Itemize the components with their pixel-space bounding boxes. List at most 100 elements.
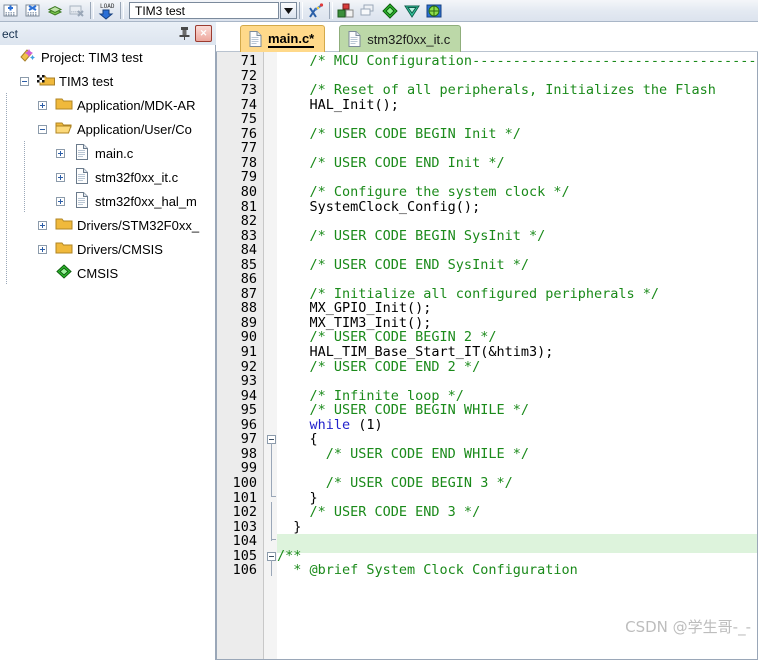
load-download-icon[interactable]: LOAD [96, 1, 118, 21]
tree-guide-line [6, 189, 7, 213]
toggle-box [38, 221, 47, 230]
tree-guide-line [6, 261, 7, 285]
toolbar-separator [90, 2, 94, 19]
project-select[interactable]: TIM3 test [129, 2, 279, 19]
tree-indent [0, 237, 18, 261]
build-stack-icon[interactable] [66, 1, 88, 21]
tree-item-drivers-stm32f0xx[interactable]: Drivers/STM32F0xx_ [0, 213, 215, 237]
clear-bookmarks-icon[interactable] [22, 1, 44, 21]
code-folding-column[interactable] [263, 52, 277, 659]
tree-item-label: Drivers/CMSIS [77, 241, 163, 257]
project-pane: ect ✕ Project: TIM3 test TIM3 test Applica… [0, 22, 216, 660]
tree-item-icon-wrap [72, 165, 92, 189]
project-select-dropdown-arrow-icon[interactable] [280, 2, 297, 19]
toggle-box [20, 77, 29, 86]
toggle-box [38, 125, 47, 134]
tree-guide-line [6, 117, 7, 141]
configuration-wizard-icon[interactable] [305, 1, 327, 21]
expand-plus-icon[interactable] [36, 237, 54, 261]
expand-plus-icon[interactable] [54, 189, 72, 213]
tree-item-icon-wrap [18, 45, 38, 69]
tree-item-stm32f0xx-it-c[interactable]: stm32f0xx_it.c [0, 165, 215, 189]
tree-indent [0, 141, 18, 165]
tree-guide-line [6, 165, 7, 189]
expand-plus-icon[interactable] [54, 165, 72, 189]
project-tree[interactable]: Project: TIM3 test TIM3 test Application/M… [0, 45, 216, 660]
tree-guide-line [6, 141, 7, 165]
tree-item-application-user-co[interactable]: Application/User/Co [0, 117, 215, 141]
editor-tab-stm32f0xx-it-c[interactable]: stm32f0xx_it.c [339, 25, 462, 52]
tree-item-project-tim3-test[interactable]: Project: TIM3 test [0, 45, 215, 69]
tree-guide-line [6, 93, 7, 117]
tree-indent [0, 189, 18, 213]
collapse-minus-icon[interactable] [36, 117, 54, 141]
multi-project-icon[interactable] [357, 1, 379, 21]
expand-plus-icon[interactable] [54, 141, 72, 165]
tree-guide-line [6, 213, 7, 237]
tree-item-label: Drivers/STM32F0xx_ [77, 217, 200, 233]
line-number-gutter: 71 72 73 74 75 76 77 78 79 80 81 82 83 84 85 86 87 88 89 90… [217, 52, 263, 659]
tree-item-label: Application/User/Co [77, 121, 192, 137]
tree-item-icon-wrap [54, 261, 74, 285]
toolbar-separator [299, 2, 303, 19]
project-select-value: TIM3 test [135, 3, 186, 18]
code-editor[interactable]: 71 72 73 74 75 76 77 78 79 80 81 82 83 84 85 86 87 88 89 90… [216, 52, 758, 660]
editor-tab-label: stm32f0xx_it.c [367, 31, 451, 47]
code-comment: * @brief System Clock Configuration [277, 562, 578, 579]
tree-guide-line [24, 141, 25, 165]
packs-green-icon[interactable] [379, 1, 401, 21]
source-file-icon [249, 31, 262, 47]
bookmarks-icon[interactable] [44, 1, 66, 21]
tree-indent [0, 261, 18, 285]
tree-item-label: Application/MDK-AR [77, 97, 196, 113]
tree-item-icon-wrap [54, 237, 74, 261]
collapse-minus-icon[interactable] [18, 69, 36, 93]
code-line[interactable]: * @brief System Clock Configuration [277, 561, 757, 580]
expand-plus-icon[interactable] [36, 93, 54, 117]
target-icon [36, 72, 56, 90]
insert-bookmark-icon[interactable] [0, 1, 22, 21]
main-toolbar: LOAD TIM3 test [0, 0, 758, 22]
tree-guide-line [24, 189, 25, 213]
tree-item-tim3-test[interactable]: TIM3 test [0, 69, 215, 93]
pin-icon[interactable] [177, 26, 191, 41]
line-number: 106 [232, 562, 257, 579]
source-file-icon [348, 31, 361, 47]
fold-guide-line [271, 559, 272, 571]
tree-item-application-mdk-ar[interactable]: Application/MDK-AR [0, 93, 215, 117]
tree-item-icon-wrap [72, 141, 92, 165]
toolbar-separator [329, 2, 333, 19]
watermark: CSDN @学生哥-_- [625, 618, 751, 636]
code-text[interactable]: /* MCU Configuration--------------------… [277, 52, 757, 659]
toggle-box [56, 173, 65, 182]
expand-plus-icon[interactable] [36, 213, 54, 237]
tree-indent [18, 165, 36, 189]
tree-item-icon-wrap [54, 213, 74, 237]
tree-guide-line [24, 165, 25, 189]
c-file-icon [75, 191, 89, 211]
toggle-box [38, 101, 47, 110]
tree-item-drivers-cmsis[interactable]: Drivers/CMSIS [0, 237, 215, 261]
folder-open-icon [55, 120, 73, 138]
tree-item-main-c[interactable]: main.c [0, 141, 215, 165]
close-icon[interactable]: ✕ [195, 25, 212, 42]
toggle-box [38, 245, 47, 254]
packs-globe-icon[interactable] [423, 1, 445, 21]
c-file-icon [75, 167, 89, 187]
tree-indent [18, 141, 36, 165]
tree-item-stm32f0xx-hal-m[interactable]: stm32f0xx_hal_m [0, 189, 215, 213]
tree-item-cmsis[interactable]: CMSIS [0, 261, 215, 285]
editor-tab-main-c-[interactable]: main.c* [240, 25, 326, 52]
project-pane-title: ect [2, 26, 19, 41]
manage-project-items-icon[interactable] [335, 1, 357, 21]
tree-indent [0, 93, 18, 117]
toggle-box [56, 197, 65, 206]
packs-teal-icon[interactable] [401, 1, 423, 21]
